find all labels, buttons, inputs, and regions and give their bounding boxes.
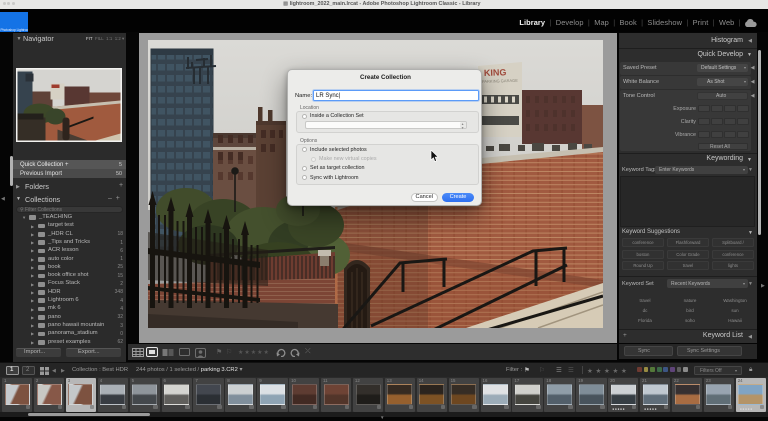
svg-text:KING: KING <box>484 67 507 78</box>
